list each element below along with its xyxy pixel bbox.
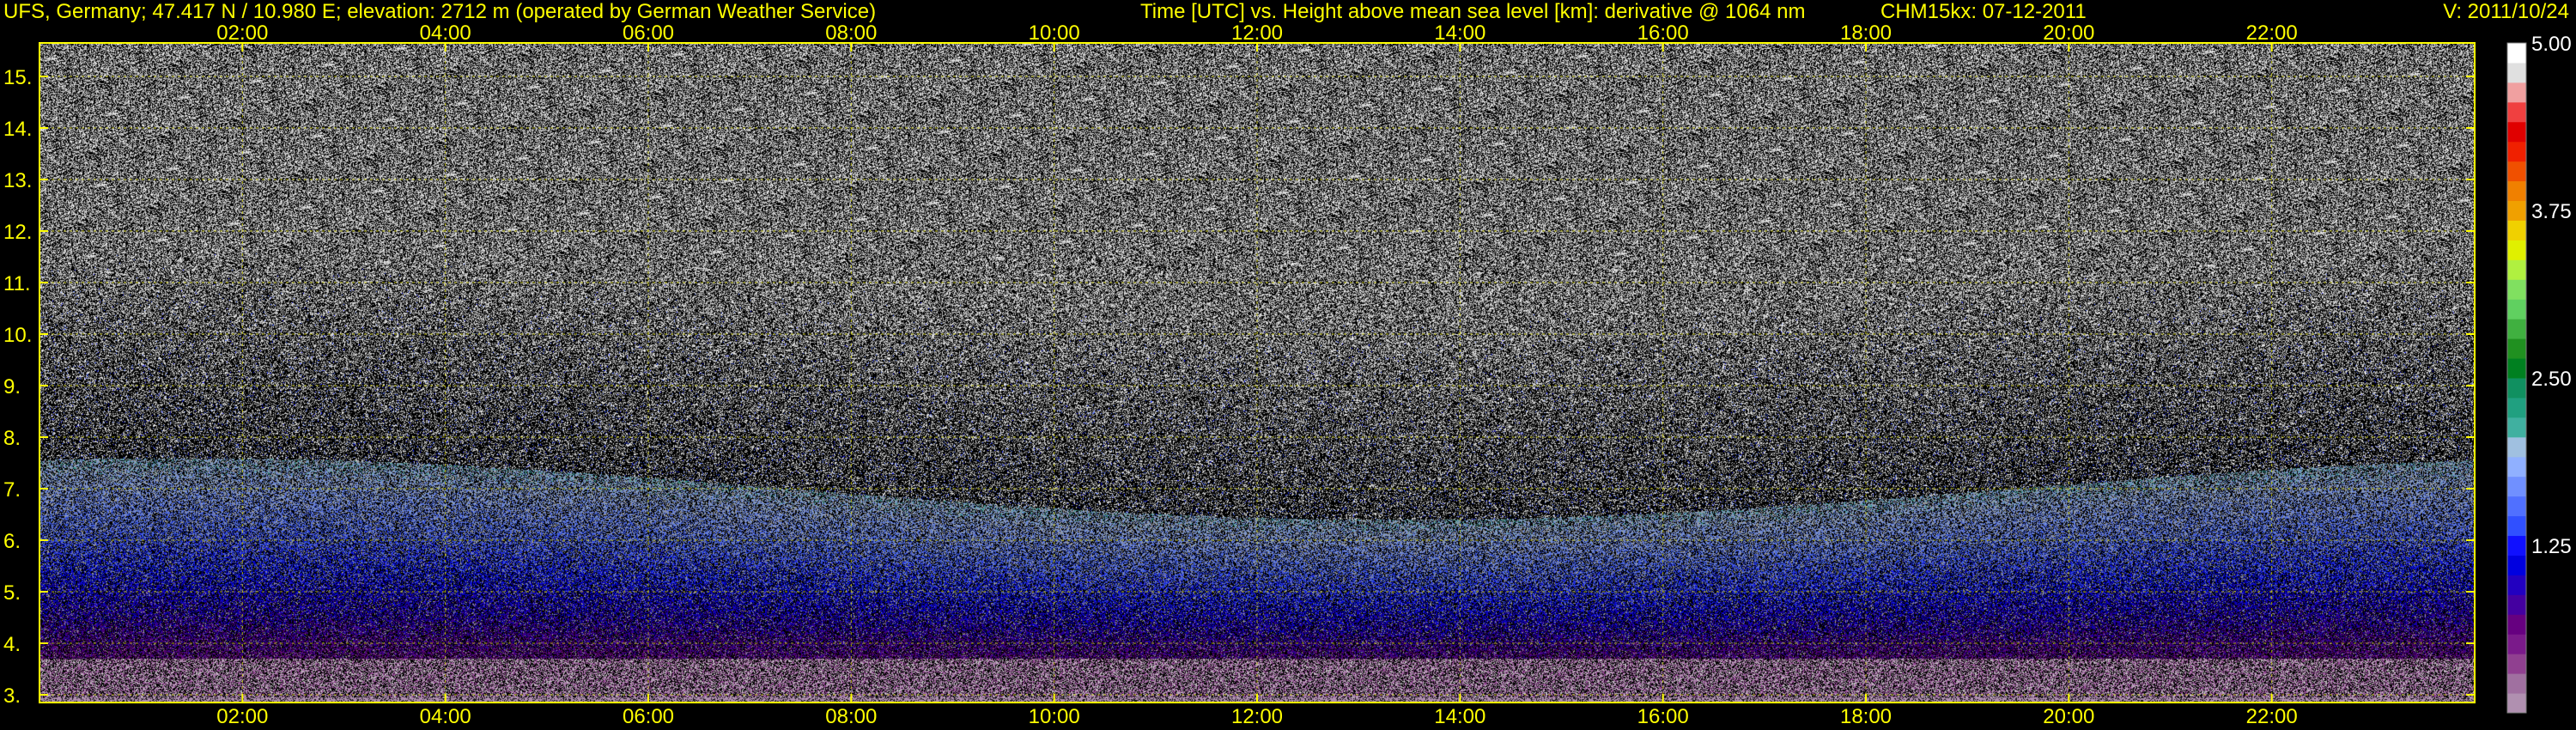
colorbar-segment bbox=[2507, 496, 2526, 517]
colorbar-segment bbox=[2507, 555, 2526, 575]
y-tick-label: 8. bbox=[3, 427, 21, 450]
y-tick-label: 9. bbox=[3, 375, 21, 398]
x-tick-label-bottom: 06:00 bbox=[623, 705, 674, 728]
x-tick-label-bottom: 12:00 bbox=[1231, 705, 1283, 728]
colorbar-segment bbox=[2507, 319, 2526, 339]
y-tick-label: 12. bbox=[3, 221, 32, 244]
x-tick-label-bottom: 10:00 bbox=[1029, 705, 1080, 728]
x-tick-label-top: 22:00 bbox=[2246, 21, 2298, 45]
colorbar-segment bbox=[2507, 654, 2526, 674]
colorbar-segment bbox=[2507, 673, 2526, 694]
colorbar-segment bbox=[2507, 259, 2526, 280]
colorbar-segment bbox=[2507, 82, 2526, 103]
colorbar-segment bbox=[2507, 43, 2526, 64]
colorbar-segment bbox=[2507, 515, 2526, 537]
colorbar-segment bbox=[2507, 141, 2526, 162]
x-tick-label-top: 04:00 bbox=[420, 21, 471, 45]
colorbar-tick-label: 5.00 bbox=[2531, 33, 2572, 56]
x-tick-label-bottom: 14:00 bbox=[1434, 705, 1485, 728]
lidar-chart: 02:00 02:00 04:00 04:00 06:00 06:00 08:00 08:00… bbox=[3, 21, 2572, 728]
x-tick-label-top: 06:00 bbox=[623, 21, 674, 45]
x-tick-label-top: 16:00 bbox=[1637, 21, 1689, 45]
colorbar-segment bbox=[2507, 693, 2526, 714]
x-tick-label-bottom: 20:00 bbox=[2043, 705, 2094, 728]
colorbar: 1.25 2.50 3.75 5.00 bbox=[2506, 33, 2572, 714]
y-tick-label: 6. bbox=[3, 530, 21, 553]
x-tick-label-top: 08:00 bbox=[825, 21, 877, 45]
colorbar-segment bbox=[2507, 299, 2526, 319]
colorbar-segment bbox=[2507, 634, 2526, 654]
x-tick-label-bottom: 08:00 bbox=[825, 705, 877, 728]
x-tick-label-top: 02:00 bbox=[216, 21, 268, 45]
colorbar-segment bbox=[2507, 180, 2526, 202]
colorbar-segment bbox=[2507, 200, 2526, 221]
y-tick-label: 15. bbox=[3, 66, 32, 89]
colorbar-segment bbox=[2507, 101, 2526, 123]
colorbar-segment bbox=[2507, 476, 2526, 497]
x-tick-label-top: 12:00 bbox=[1231, 21, 1283, 45]
y-tick-label: 14. bbox=[3, 118, 32, 141]
colorbar-segment bbox=[2507, 594, 2526, 615]
colorbar-segment bbox=[2507, 62, 2526, 83]
y-tick-label: 10. bbox=[3, 324, 32, 347]
colorbar-segment bbox=[2507, 279, 2526, 300]
colorbar-tick-label: 1.25 bbox=[2531, 535, 2572, 558]
y-tick-label: 3. bbox=[3, 684, 21, 708]
colorbar-segment bbox=[2507, 397, 2526, 418]
colorbar-tick-label: 3.75 bbox=[2531, 200, 2572, 223]
y-tick-label: 4. bbox=[3, 633, 21, 656]
x-tick-label-top: 14:00 bbox=[1434, 21, 1485, 45]
x-tick-label-bottom: 02:00 bbox=[216, 705, 268, 728]
y-tick-label: 7. bbox=[3, 478, 21, 502]
colorbar-segment bbox=[2507, 161, 2526, 182]
colorbar-segment bbox=[2507, 456, 2526, 478]
colorbar-segment bbox=[2507, 220, 2526, 240]
colorbar-segment bbox=[2507, 358, 2526, 379]
colorbar-tick-label: 2.50 bbox=[2531, 368, 2572, 391]
x-tick-label-top: 10:00 bbox=[1029, 21, 1080, 45]
colorbar-segment bbox=[2507, 378, 2526, 398]
x-tick-label-bottom: 22:00 bbox=[2246, 705, 2298, 728]
y-tick-label: 5. bbox=[3, 581, 21, 605]
x-tick-label-top: 18:00 bbox=[1840, 21, 1892, 45]
colorbar-segment bbox=[2507, 614, 2526, 635]
x-tick-label-bottom: 18:00 bbox=[1840, 705, 1892, 728]
colorbar-segment bbox=[2507, 436, 2526, 458]
y-tick-label: 13. bbox=[3, 169, 32, 192]
x-tick-label-bottom: 04:00 bbox=[420, 705, 471, 728]
y-tick-label: 11. bbox=[3, 272, 31, 295]
colorbar-segment bbox=[2507, 417, 2526, 438]
colorbar-segment bbox=[2507, 535, 2526, 556]
colorbar-segment bbox=[2507, 240, 2526, 260]
colorbar-segment bbox=[2507, 338, 2526, 359]
colorbar-segment bbox=[2507, 575, 2526, 595]
x-tick-label-top: 20:00 bbox=[2043, 21, 2094, 45]
x-tick-label-bottom: 16:00 bbox=[1637, 705, 1689, 728]
colorbar-segment bbox=[2507, 121, 2526, 143]
